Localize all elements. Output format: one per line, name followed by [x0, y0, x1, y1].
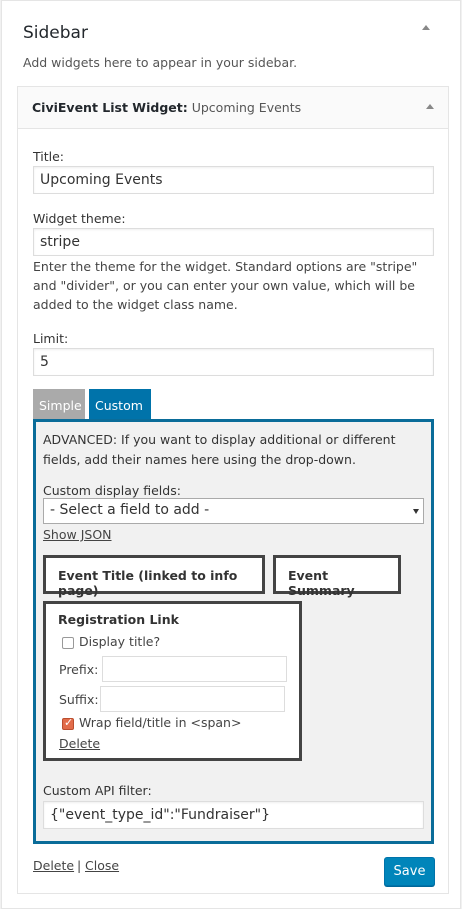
widget-close-link[interactable]: Close [85, 858, 119, 873]
show-json-link[interactable]: Show JSON [43, 527, 112, 542]
sidebar-header[interactable]: Sidebar Add widgets here to appear in yo… [2, 1, 460, 85]
civievent-widget: CiviEvent List Widget: Upcoming Events T… [17, 86, 449, 894]
field-registration-link[interactable]: Registration Link Display title? Prefix:… [43, 601, 302, 761]
custom-api-filter-input[interactable] [43, 801, 424, 829]
limit-input[interactable] [33, 348, 434, 376]
suffix-input[interactable] [100, 686, 285, 712]
title-input[interactable] [33, 166, 434, 194]
display-title-label: Display title? [79, 634, 161, 649]
field-event-summary[interactable]: Event Summary [273, 555, 401, 598]
widget-name-separator: : [182, 100, 188, 115]
save-button[interactable]: Save [384, 857, 435, 886]
sidebar-description: Add widgets here to appear in your sideb… [23, 55, 298, 70]
prefix-input[interactable] [102, 656, 287, 682]
wrap-span-checkbox[interactable] [62, 716, 74, 730]
title-label: Title: [33, 149, 64, 164]
widget-delete-link[interactable]: Delete [33, 858, 74, 873]
custom-tab-panel: ADVANCED: If you want to display additio… [33, 419, 434, 844]
widget-instance-title: Upcoming Events [191, 100, 302, 115]
tab-custom[interactable]: Custom [89, 389, 151, 421]
theme-input[interactable] [33, 228, 434, 256]
delete-field-link[interactable]: Delete [59, 736, 100, 751]
collapse-arrow-icon[interactable] [422, 25, 430, 30]
field-event-title[interactable]: Event Title (linked to info page) [43, 555, 265, 598]
widget-header[interactable]: CiviEvent List Widget: Upcoming Events [18, 87, 448, 129]
sidebar-title: Sidebar [23, 23, 88, 43]
theme-label: Widget theme: [33, 211, 126, 226]
field-select-dropdown[interactable]: - Select a field to add - [43, 498, 424, 524]
tab-simple[interactable]: Simple [33, 389, 85, 421]
suffix-label: Suffix: [59, 692, 99, 707]
custom-display-fields-label: Custom display fields: [43, 483, 181, 498]
advanced-help-text: ADVANCED: If you want to display additio… [43, 432, 396, 467]
prefix-label: Prefix: [59, 662, 99, 677]
theme-help-text: Enter the theme for the widget. Standard… [33, 259, 418, 312]
limit-label: Limit: [33, 331, 69, 346]
widget-name: CiviEvent List Widget [32, 100, 183, 115]
wrap-span-label: Wrap field/title in <span> [79, 715, 242, 730]
display-title-checkbox[interactable] [62, 637, 74, 649]
sidebar-panel: Sidebar Add widgets here to appear in yo… [1, 0, 461, 909]
custom-api-filter-label: Custom API filter: [43, 783, 152, 798]
field-event-title-label: Event Title (linked to info page) [58, 568, 238, 598]
footer-separator: | [77, 858, 82, 873]
field-event-summary-label: Event Summary [288, 568, 355, 598]
registration-link-title: Registration Link [58, 612, 179, 627]
field-select-value: - Select a field to add - [50, 502, 210, 518]
chevron-down-icon [413, 509, 419, 514]
widget-toggle-arrow-icon[interactable] [426, 104, 434, 109]
